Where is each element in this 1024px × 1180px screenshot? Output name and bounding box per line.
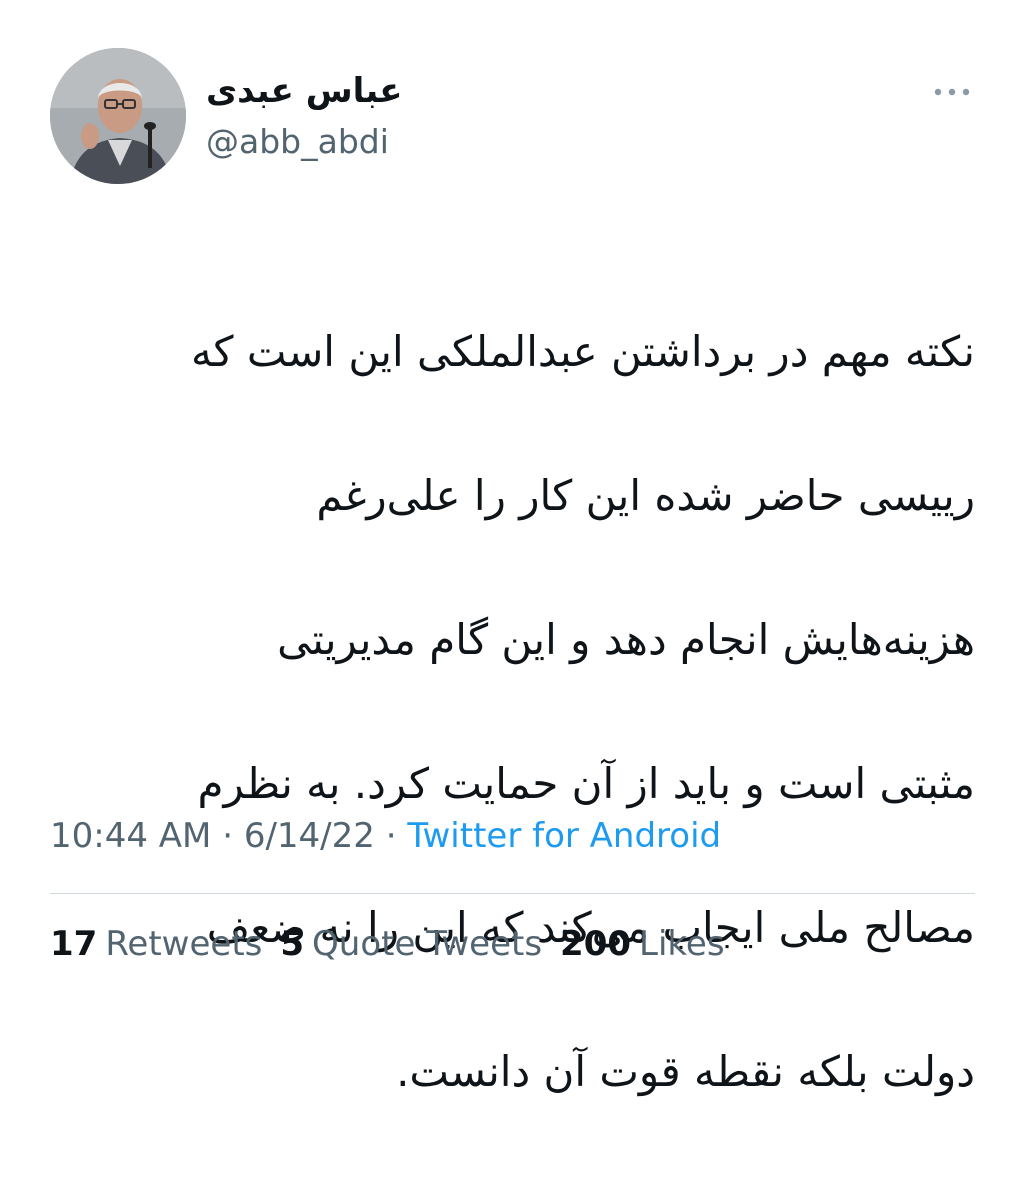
- tweet-text-line: دولت بلکه نقطه قوت آن دانست.: [396, 1047, 975, 1096]
- tweet-text: نکته مهم در برداشتن عبدالملکی این است که…: [60, 244, 975, 1180]
- likes-count: 200: [560, 924, 632, 964]
- author-handle[interactable]: @abb_abdi: [206, 120, 389, 164]
- avatar[interactable]: [50, 48, 186, 184]
- tweet-date[interactable]: 6/14/22: [244, 816, 375, 856]
- tweet-text-line: نکته مهم در برداشتن عبدالملکی این است که: [191, 327, 975, 376]
- avatar-photo-icon: [50, 48, 186, 184]
- likes-stat[interactable]: 200 Likes: [560, 918, 724, 970]
- quote-tweets-label: Quote Tweets: [312, 924, 543, 964]
- tweet-card: عباس عبدی @abb_abdi نکته مهم در برداشتن …: [0, 0, 1024, 1096]
- retweets-stat[interactable]: 17 Retweets: [50, 918, 262, 970]
- tweet-text-line: هزینه‌هایش انجام دهد و این گام مدیریتی: [277, 615, 975, 664]
- tweet-text-line: رییسی حاضر شده این کار را علی‌رغم: [316, 471, 975, 520]
- tweet-meta: 10:44 AM · 6/14/22 · Twitter for Android: [50, 810, 721, 862]
- quote-tweets-count: 5: [280, 924, 305, 964]
- author-display-name[interactable]: عباس عبدی: [206, 68, 403, 114]
- tweet-time[interactable]: 10:44 AM: [50, 816, 211, 856]
- divider: [50, 893, 975, 894]
- more-options-button[interactable]: [926, 72, 978, 112]
- ellipsis-horizontal-icon: [934, 88, 970, 96]
- likes-label: Likes: [639, 924, 725, 964]
- tweet-source-link[interactable]: Twitter for Android: [407, 816, 721, 856]
- meta-separator: ·: [374, 816, 408, 856]
- quote-tweets-stat[interactable]: 5 Quote Tweets: [280, 918, 542, 970]
- retweets-label: Retweets: [105, 924, 263, 964]
- retweets-count: 17: [50, 924, 98, 964]
- tweet-stats: 17 Retweets 5 Quote Tweets 200 Likes: [50, 918, 743, 970]
- meta-separator: ·: [211, 816, 244, 856]
